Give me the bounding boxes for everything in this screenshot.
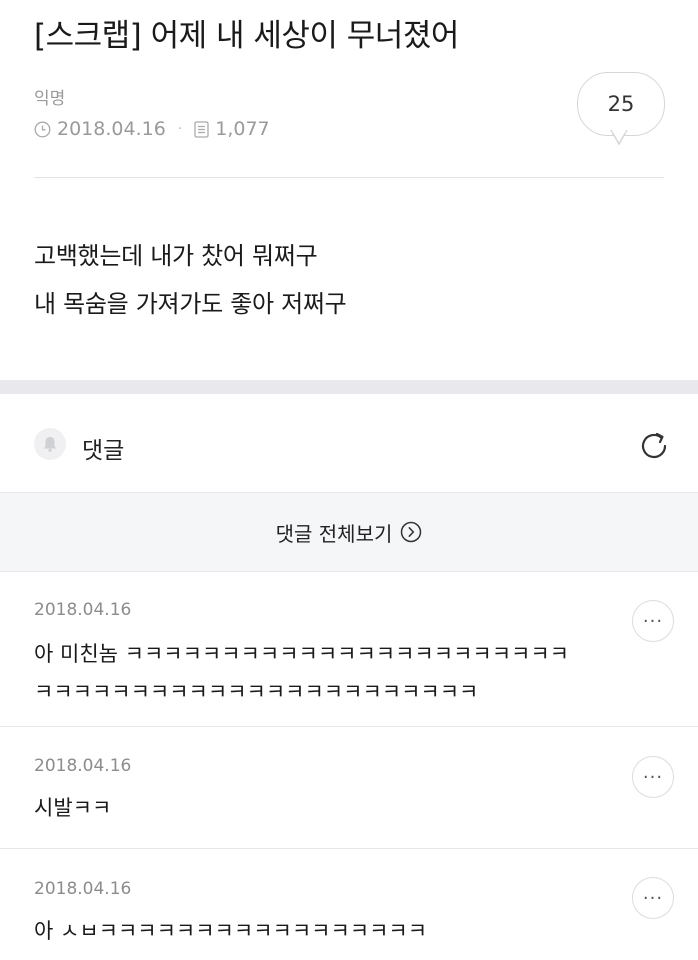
comment-item: 2018.04.16 아 미친놈 ㅋㅋㅋㅋㅋㅋㅋㅋㅋㅋㅋㅋㅋㅋㅋㅋㅋㅋㅋㅋㅋㅋㅋ… — [0, 570, 698, 727]
view-all-label: 댓글 전체보기 — [275, 521, 393, 546]
comment-count-bubble[interactable]: 25 — [577, 72, 665, 136]
comment-text-line: ㅋㅋㅋㅋㅋㅋㅋㅋㅋㅋㅋㅋㅋㅋㅋㅋㅋㅋㅋㅋㅋㅋㅋ — [34, 680, 479, 704]
bell-icon[interactable] — [34, 428, 66, 460]
chevron-right-circle-icon — [400, 521, 422, 543]
post-date: 2018.04.16 — [57, 118, 166, 140]
post-body-line-2: 내 목숨을 가져가도 좋아 저쩌구 — [34, 290, 347, 318]
comment-text-line: 시발ㅋㅋ — [34, 796, 112, 820]
more-icon[interactable]: ··· — [632, 877, 674, 919]
comment-text: 시발ㅋㅋ — [34, 789, 618, 827]
view-count: 1,077 — [215, 118, 270, 140]
comment-text: 아 ㅅㅂㅋㅋㅋㅋㅋㅋㅋㅋㅋㅋㅋㅋㅋㅋㅋㅋㅋ — [34, 912, 618, 950]
bubble-tail-icon — [610, 130, 628, 146]
comment-item: 2018.04.16 시발ㅋㅋ ··· — [0, 726, 698, 849]
comment-count: 25 — [607, 92, 635, 116]
comment-date: 2018.04.16 — [34, 756, 132, 776]
comment-header: 댓글 — [0, 394, 698, 492]
post-body-line-1: 고백했는데 내가 찼어 뭐쩌구 — [34, 242, 318, 270]
post-meta: 2018.04.16 · 1,077 — [34, 118, 270, 140]
comment-date: 2018.04.16 — [34, 879, 132, 899]
post-title: [스크랩] 어제 내 세상이 무너졌어 — [34, 18, 459, 54]
author-name: 익명 — [34, 89, 66, 109]
clock-icon — [34, 121, 51, 138]
comment-text-line: 아 ㅅㅂㅋㅋㅋㅋㅋㅋㅋㅋㅋㅋㅋㅋㅋㅋㅋㅋㅋ — [34, 919, 428, 943]
view-all-comments-button[interactable]: 댓글 전체보기 — [0, 492, 698, 572]
divider — [34, 177, 664, 178]
more-icon[interactable]: ··· — [632, 756, 674, 798]
comment-text: 아 미친놈 ㅋㅋㅋㅋㅋㅋㅋㅋㅋㅋㅋㅋㅋㅋㅋㅋㅋㅋㅋㅋㅋㅋㅋ ㅋㅋㅋㅋㅋㅋㅋㅋㅋㅋ… — [34, 635, 618, 711]
comment-section-label: 댓글 — [82, 438, 125, 464]
document-icon — [194, 120, 209, 138]
comment-text-line: 아 미친놈 ㅋㅋㅋㅋㅋㅋㅋㅋㅋㅋㅋㅋㅋㅋㅋㅋㅋㅋㅋㅋㅋㅋㅋ — [34, 642, 569, 666]
meta-separator: · — [177, 121, 183, 137]
comment-date: 2018.04.16 — [34, 600, 132, 620]
comment-item: 2018.04.16 아 ㅅㅂㅋㅋㅋㅋㅋㅋㅋㅋㅋㅋㅋㅋㅋㅋㅋㅋㅋ ··· — [0, 849, 698, 960]
section-divider-band — [0, 380, 698, 394]
more-icon[interactable]: ··· — [632, 600, 674, 642]
refresh-icon[interactable] — [636, 428, 672, 468]
